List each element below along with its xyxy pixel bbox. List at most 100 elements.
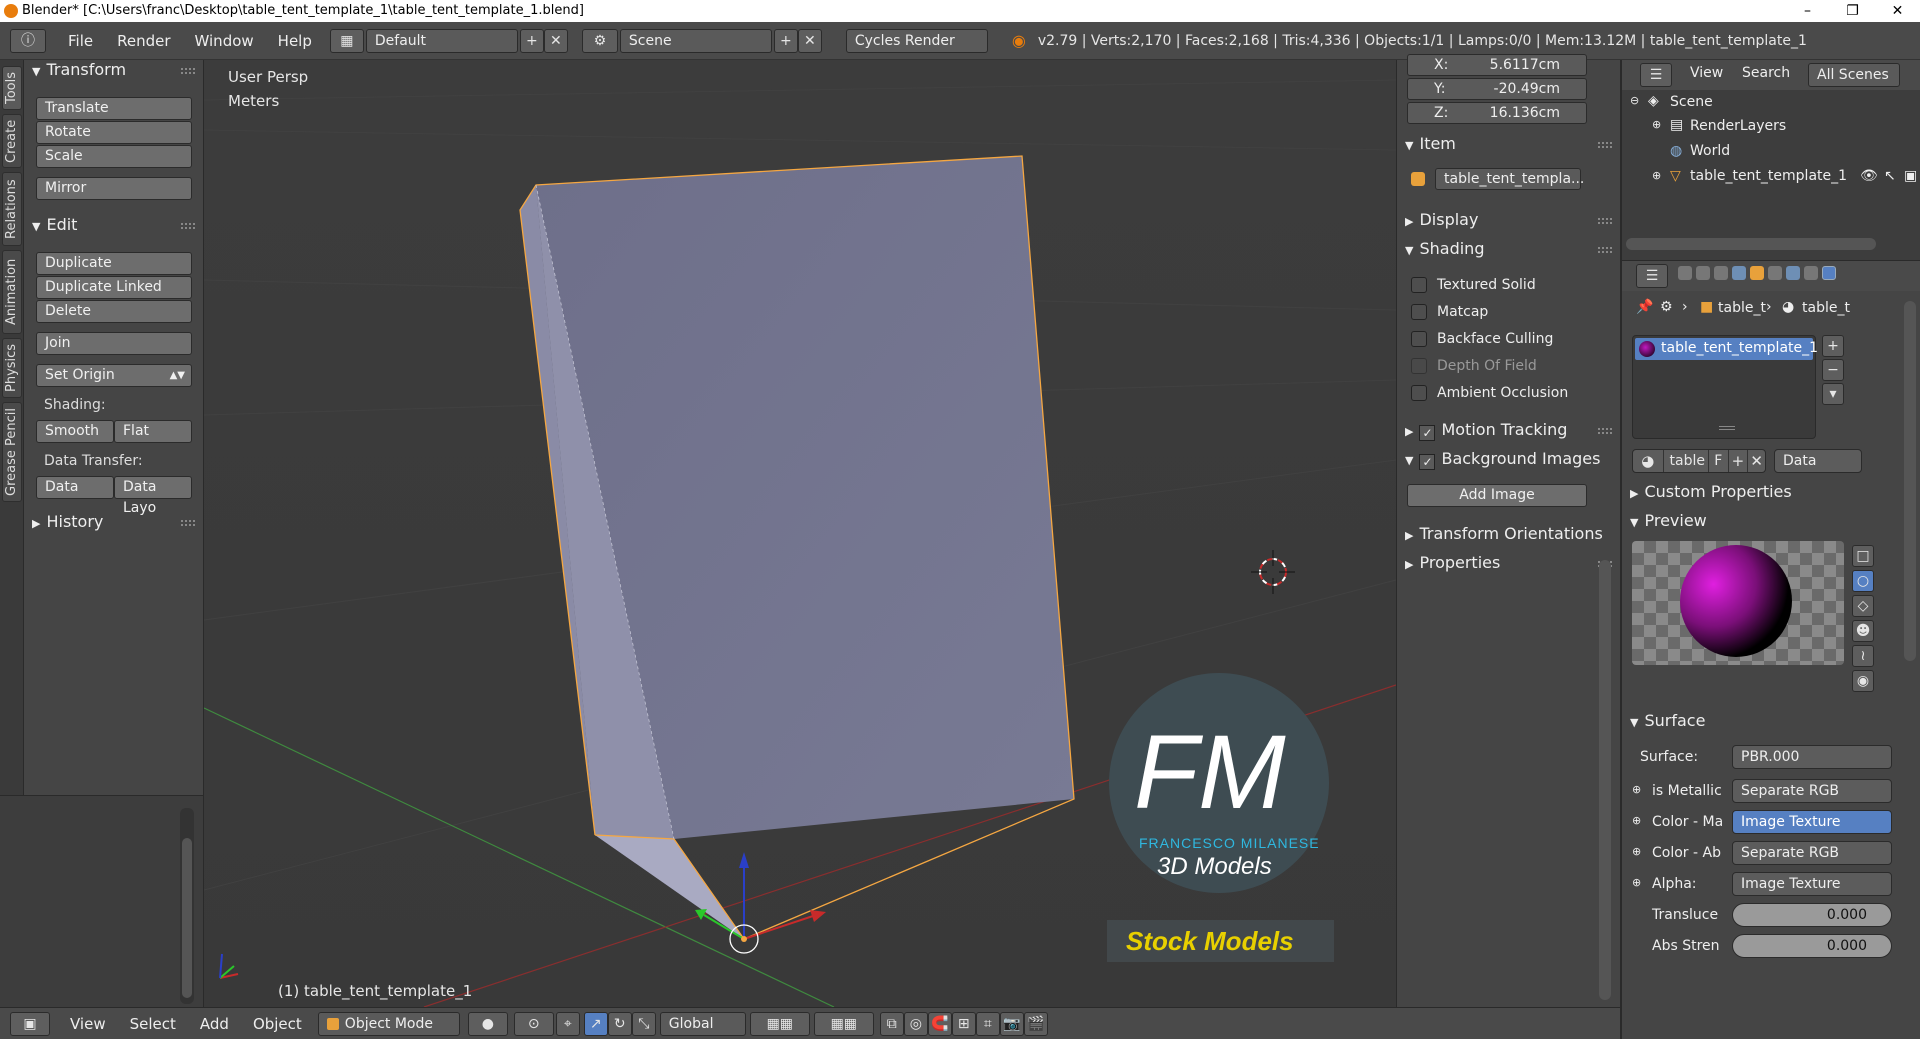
panel-grip[interactable] <box>1598 428 1612 434</box>
view-menu[interactable]: View <box>58 1015 118 1033</box>
translate-button[interactable]: Translate <box>36 97 192 120</box>
breadcrumb-material[interactable]: table_t <box>1802 300 1850 316</box>
expand-socket-icon[interactable]: ⊕ <box>1632 876 1641 889</box>
collapse-scene-icon[interactable]: ⊖ <box>1630 94 1639 107</box>
add-screen-icon[interactable]: + <box>519 28 544 53</box>
scene-field[interactable]: Scene <box>619 28 772 53</box>
manipulator-toggle-icon[interactable]: ⌖ <box>555 1011 580 1036</box>
transform-orientation-select[interactable]: Global <box>659 1011 746 1036</box>
backface-culling-checkbox[interactable] <box>1411 331 1427 347</box>
snap-target-icon[interactable]: ⌗ <box>975 1011 1000 1036</box>
preview-panel-header[interactable]: ▼ Preview <box>1630 511 1707 530</box>
tab-animation[interactable]: Animation <box>2 250 22 334</box>
surface-panel-header[interactable]: ▼ Surface <box>1630 711 1705 730</box>
panel-grip[interactable] <box>181 68 195 74</box>
edit-panel-header[interactable]: ▼ Edit <box>32 215 77 234</box>
transform-panel-header[interactable]: ▼ Transform <box>32 60 126 79</box>
abs-strength-slider[interactable]: 0.000 <box>1732 934 1892 958</box>
tab-physics[interactable]: Physics <box>2 338 22 398</box>
material-slot-row[interactable]: table_tent_template_1 <box>1635 338 1818 360</box>
add-image-button[interactable]: Add Image <box>1407 484 1587 507</box>
visibility-eye-icon[interactable]: 👁 <box>1860 168 1878 184</box>
location-z-field[interactable]: Z: 16.136cm <box>1407 102 1587 124</box>
properties-panel-header[interactable]: ▶ Properties <box>1405 553 1500 572</box>
history-panel-header[interactable]: ▶ History <box>32 512 103 531</box>
render-layers-tab-icon[interactable] <box>1696 266 1710 280</box>
rotate-button[interactable]: Rotate <box>36 121 192 144</box>
layers-block-2-icon[interactable]: ▦▦ <box>813 1011 874 1036</box>
set-origin-dropdown[interactable]: Set Origin ▲▼ <box>36 364 192 387</box>
data-button[interactable]: Data <box>36 476 114 499</box>
outliner-search-menu[interactable]: Search <box>1742 65 1790 81</box>
menu-window[interactable]: Window <box>183 32 266 50</box>
scene-icon[interactable]: ⚙ <box>581 28 618 53</box>
object-menu[interactable]: Object <box>241 1015 314 1033</box>
object-tab-icon[interactable] <box>1750 266 1764 280</box>
outliner-scene-label[interactable]: Scene <box>1670 94 1713 110</box>
tab-create[interactable]: Create <box>2 114 22 168</box>
close-button[interactable]: ✕ <box>1875 0 1920 22</box>
expand-socket-icon[interactable]: ⊕ <box>1632 783 1641 796</box>
select-menu[interactable]: Select <box>118 1015 188 1033</box>
outliner-view-menu[interactable]: View <box>1690 65 1723 81</box>
expand-renderlayers-icon[interactable]: ⊕ <box>1652 118 1661 131</box>
duplicate-linked-button[interactable]: Duplicate Linked <box>36 276 192 299</box>
scrollbar-thumb[interactable] <box>182 838 192 998</box>
scene-tab-icon[interactable] <box>1714 266 1728 280</box>
world-tab-icon[interactable] <box>1732 266 1746 280</box>
color-ab-input[interactable]: Separate RGB <box>1732 841 1892 865</box>
opengl-animation-icon[interactable]: 🎬 <box>1023 1011 1048 1036</box>
new-material-icon[interactable]: + <box>1727 450 1748 472</box>
smooth-button[interactable]: Smooth <box>36 420 114 443</box>
menu-render[interactable]: Render <box>105 32 182 50</box>
translucency-slider[interactable]: 0.000 <box>1732 903 1892 927</box>
constraints-tab-icon[interactable] <box>1768 266 1782 280</box>
outliner-object-label[interactable]: table_tent_template_1 <box>1690 168 1847 184</box>
snap-element-icon[interactable]: ⊞ <box>951 1011 976 1036</box>
custom-properties-panel-header[interactable]: ▶ Custom Properties <box>1630 482 1792 501</box>
expand-socket-icon[interactable]: ⊕ <box>1632 814 1641 827</box>
3d-viewport[interactable]: User Persp Meters (1) table_tent_templat… <box>204 60 1396 1007</box>
preview-world-icon[interactable]: ◉ <box>1852 670 1874 692</box>
material-tab-icon[interactable] <box>1822 266 1836 280</box>
display-mode-dropdown[interactable]: All Scenes <box>1808 63 1900 87</box>
location-x-field[interactable]: X: 5.6117cm <box>1407 54 1587 76</box>
remove-slot-icon[interactable]: − <box>1822 359 1844 381</box>
opengl-render-icon[interactable]: 📷 <box>999 1011 1024 1036</box>
tab-grease-pencil[interactable]: Grease Pencil <box>2 402 22 502</box>
data-tab-icon[interactable] <box>1804 266 1818 280</box>
material-name-field[interactable]: table <box>1662 450 1708 472</box>
rotate-manipulator-icon[interactable]: ↻ <box>607 1011 632 1036</box>
interaction-mode-select[interactable]: Object Mode <box>317 1011 460 1036</box>
textured-solid-checkbox[interactable] <box>1411 277 1427 293</box>
expand-socket-icon[interactable]: ⊕ <box>1632 845 1641 858</box>
snap-toggle-icon[interactable]: 🧲 <box>927 1011 952 1036</box>
fake-user-button[interactable]: F <box>1707 450 1728 472</box>
depth-of-field-checkbox[interactable] <box>1411 358 1427 374</box>
mirror-button[interactable]: Mirror <box>36 177 192 200</box>
screen-layout-field[interactable]: Default <box>365 28 518 53</box>
data-layout-button[interactable]: Data Layo <box>114 476 192 516</box>
lock-layers-icon[interactable]: ⧉ <box>879 1011 904 1036</box>
translate-manipulator-icon[interactable]: ↗ <box>583 1011 608 1036</box>
item-panel-header[interactable]: ▼ Item <box>1405 134 1456 153</box>
add-menu[interactable]: Add <box>188 1015 241 1033</box>
preview-monkey-icon[interactable]: ☻ <box>1852 620 1874 642</box>
pivot-point-icon[interactable]: ⊙ <box>513 1011 554 1036</box>
alpha-input[interactable]: Image Texture <box>1732 872 1892 896</box>
outliner-hscrollbar[interactable] <box>1626 238 1876 250</box>
menu-file[interactable]: File <box>56 32 105 50</box>
select-cursor-icon[interactable]: ↖ <box>1884 168 1896 184</box>
panel-grip[interactable] <box>1598 247 1612 253</box>
screen-layout-icon[interactable]: ▦ <box>329 28 364 53</box>
preview-flat-icon[interactable]: □ <box>1852 545 1874 567</box>
remove-scene-icon[interactable]: ✕ <box>797 28 822 53</box>
is-metallic-input[interactable]: Separate RGB <box>1732 779 1892 803</box>
flat-button[interactable]: Flat <box>114 420 192 443</box>
menu-help[interactable]: Help <box>266 32 324 50</box>
tab-relations[interactable]: Relations <box>2 172 22 246</box>
remove-screen-icon[interactable]: ✕ <box>543 28 568 53</box>
preview-sphere-icon[interactable]: ○ <box>1852 570 1874 592</box>
tab-tools[interactable]: Tools <box>2 66 22 110</box>
maximize-button[interactable]: ❐ <box>1830 0 1875 22</box>
